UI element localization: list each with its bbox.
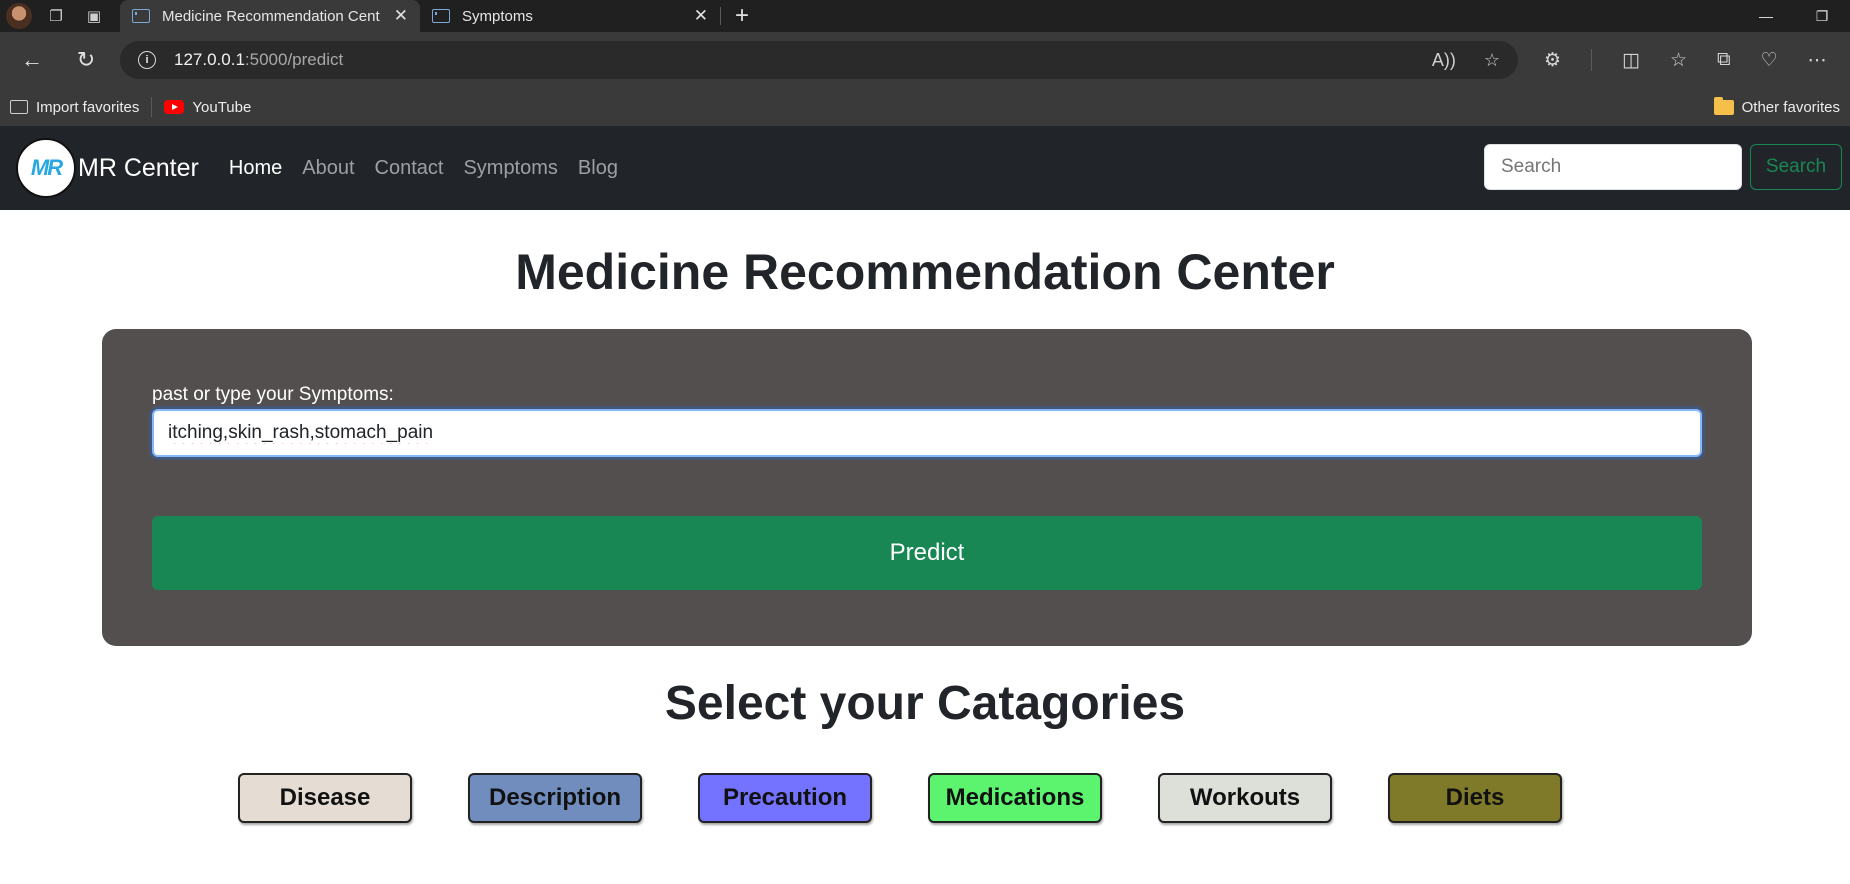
predict-button[interactable]: Predict <box>152 516 1702 590</box>
medications-button[interactable]: Medications <box>928 773 1102 823</box>
search-input[interactable] <box>1484 144 1742 190</box>
search-button[interactable]: Search <box>1750 144 1842 190</box>
page-favicon-icon <box>132 9 150 23</box>
tab-actions-icon[interactable]: ▣ <box>80 2 108 30</box>
symptoms-label: past or type your Symptoms: <box>152 384 394 405</box>
nav-link-contact[interactable]: Contact <box>375 157 444 180</box>
new-tab-button[interactable]: + <box>735 2 749 30</box>
collections-icon[interactable]: ⧉ <box>1717 49 1731 71</box>
import-favorites-label: Import favorites <box>36 98 140 116</box>
folder-icon <box>1713 96 1734 115</box>
favorite-star-icon[interactable]: ☆ <box>1484 50 1500 71</box>
workouts-button[interactable]: Workouts <box>1158 773 1332 823</box>
tab-symptoms[interactable]: Symptoms ✕ <box>420 0 720 32</box>
profile-avatar[interactable] <box>6 3 32 29</box>
more-menu-icon[interactable]: ⋯ <box>1808 49 1827 72</box>
close-icon[interactable]: ✕ <box>394 6 408 26</box>
back-arrow-icon[interactable]: ← <box>12 40 52 80</box>
window-controls: — ❐ <box>1738 0 1850 32</box>
precaution-button[interactable]: Precaution <box>698 773 872 823</box>
browser-tab-bar: ❐ ▣ Medicine Recommendation Cent ✕ Sympt… <box>0 0 1850 32</box>
other-favorites-link[interactable]: Other favorites <box>1713 96 1840 116</box>
refresh-icon[interactable]: ↻ <box>66 40 106 80</box>
site-logo[interactable]: MR <box>16 138 76 198</box>
site-navbar: MR MR Center Home About Contact Symptoms… <box>0 126 1850 210</box>
symptoms-form: past or type your Symptoms: Predict <box>102 329 1752 646</box>
favorites-list-icon[interactable]: ☆ <box>1670 49 1687 72</box>
restore-icon[interactable]: ❐ <box>1794 8 1850 25</box>
youtube-label: YouTube <box>192 98 252 116</box>
url-host: 127.0.0.1 <box>174 50 245 69</box>
categories-title: Select your Catagories <box>664 677 1186 730</box>
close-icon[interactable]: ✕ <box>694 6 708 26</box>
toolbar-divider <box>1591 49 1593 71</box>
description-button[interactable]: Description <box>468 773 642 823</box>
nav-link-symptoms[interactable]: Symptoms <box>463 157 557 180</box>
workspaces-icon[interactable]: ❐ <box>42 2 70 30</box>
browser-essentials-icon[interactable]: ♡ <box>1761 49 1778 72</box>
site-info-icon[interactable]: i <box>138 51 156 69</box>
nav-link-about[interactable]: About <box>302 157 354 180</box>
tab-title: Symptoms <box>462 7 533 25</box>
tab-medicine-recommendation[interactable]: Medicine Recommendation Cent ✕ <box>120 0 420 32</box>
split-screen-icon[interactable]: ◫ <box>1622 49 1640 72</box>
youtube-favorite-link[interactable]: YouTube <box>164 99 251 116</box>
extensions-icon[interactable]: ⚙ <box>1544 49 1561 72</box>
nav-link-home[interactable]: Home <box>229 157 282 180</box>
url-path: :5000/predict <box>244 50 344 69</box>
youtube-icon <box>164 100 185 114</box>
other-favorites-label: Other favorites <box>1741 98 1840 116</box>
browser-address-bar: ← ↻ i 127.0.0.1:5000/predict A)) ☆ ⚙ ◫ ☆… <box>0 32 1850 88</box>
categories-row: Disease Description Precaution Medicatio… <box>238 773 1562 823</box>
nav-link-blog[interactable]: Blog <box>578 157 618 180</box>
brand-name[interactable]: MR Center <box>78 154 199 183</box>
read-aloud-icon[interactable]: A)) <box>1432 50 1456 71</box>
tab-title: Medicine Recommendation Cent <box>162 7 380 25</box>
page-favicon-icon <box>432 9 450 23</box>
import-favorites-link[interactable]: Import favorites <box>10 99 139 116</box>
browser-toolbar: ⚙ ◫ ☆ ⧉ ♡ ⋯ <box>1544 49 1827 72</box>
favorites-bar: Import favorites YouTube Other favorites <box>0 88 1850 126</box>
logo-text: MR <box>30 155 63 180</box>
favorites-divider <box>151 97 153 117</box>
symptoms-input[interactable] <box>152 409 1702 457</box>
minimize-icon[interactable]: — <box>1738 8 1794 24</box>
url-actions: A)) ☆ <box>1432 50 1500 71</box>
url-field[interactable]: i 127.0.0.1:5000/predict A)) ☆ <box>120 41 1518 79</box>
diets-button[interactable]: Diets <box>1388 773 1562 823</box>
page-title: Medicine Recommendation Center <box>515 244 1335 300</box>
disease-button[interactable]: Disease <box>238 773 412 823</box>
import-icon <box>10 100 28 114</box>
tab-divider <box>720 7 721 25</box>
